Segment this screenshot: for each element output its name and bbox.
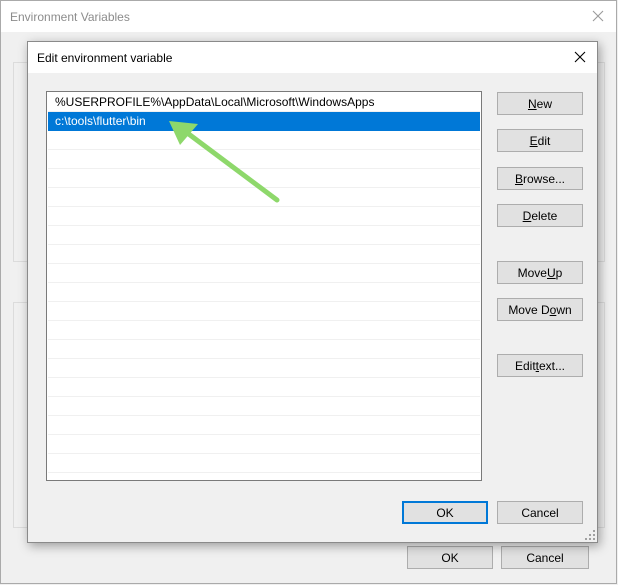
path-list-empty-row[interactable] (48, 283, 480, 302)
move-up-button-label-post: p (555, 265, 563, 280)
parent-titlebar: Environment Variables (1, 1, 616, 32)
dialog-close-button[interactable] (568, 45, 592, 69)
path-list-empty-row[interactable] (48, 454, 480, 473)
delete-button-accesskey: D (522, 208, 532, 223)
path-list-empty-row[interactable] (48, 131, 480, 150)
path-list-empty-row[interactable] (48, 188, 480, 207)
path-list-empty-row[interactable] (48, 302, 480, 321)
parent-ok-button[interactable]: OK (407, 546, 493, 569)
move-up-button-accesskey: U (546, 265, 556, 280)
path-list-empty-row[interactable] (48, 226, 480, 245)
close-icon (574, 51, 586, 63)
move-down-button-label-pre: Move D (508, 302, 550, 317)
edit-button-label-post: dit (537, 133, 551, 148)
new-button[interactable]: New (497, 92, 583, 115)
new-button-accesskey: N (527, 96, 537, 111)
edit-text-button[interactable]: Edit t ext... (497, 354, 583, 377)
dialog-title: Edit environment variable (37, 51, 173, 65)
path-list-empty-row[interactable] (48, 321, 480, 340)
edit-button[interactable]: Edit (497, 129, 583, 152)
new-button-label-post: ew (536, 96, 552, 111)
size-grip-icon[interactable] (585, 530, 595, 540)
move-down-button-label-post: wn (556, 302, 572, 317)
path-list-empty-row[interactable] (48, 150, 480, 169)
edit-text-button-label-post: ext... (539, 358, 566, 373)
browse-button[interactable]: Browse... (497, 167, 583, 190)
path-list-empty-row[interactable] (48, 397, 480, 416)
cancel-button[interactable]: Cancel (497, 501, 583, 524)
move-up-button[interactable]: Move Up (497, 261, 583, 284)
browse-button-label-post: rowse... (523, 171, 566, 186)
path-list-empty-row[interactable] (48, 378, 480, 397)
parent-cancel-button[interactable]: Cancel (501, 546, 589, 569)
path-list-empty-row[interactable] (48, 207, 480, 226)
path-list-empty-row[interactable] (48, 169, 480, 188)
path-list-item-selected[interactable]: c:\tools\flutter\bin (48, 112, 480, 131)
parent-window-title: Environment Variables (10, 10, 130, 24)
browse-button-accesskey: B (514, 171, 523, 186)
path-list-empty-row[interactable] (48, 416, 480, 435)
path-list-item[interactable]: %USERPROFILE%\AppData\Local\Microsoft\Wi… (48, 93, 480, 112)
close-icon (592, 10, 604, 22)
edit-environment-variable-dialog: Edit environment variable %USERPROFILE%\… (27, 41, 598, 543)
path-list[interactable]: %USERPROFILE%\AppData\Local\Microsoft\Wi… (46, 91, 482, 481)
edit-button-accesskey: E (529, 133, 538, 148)
path-list-empty-row[interactable] (48, 245, 480, 264)
ok-button[interactable]: OK (402, 501, 488, 524)
path-list-empty-row[interactable] (48, 264, 480, 283)
edit-text-button-label-pre: Edit (514, 358, 536, 373)
dialog-titlebar: Edit environment variable (28, 42, 597, 73)
delete-button[interactable]: Delete (497, 204, 583, 227)
delete-button-label-post: elete (531, 208, 558, 223)
path-list-empty-row[interactable] (48, 340, 480, 359)
move-up-button-label-pre: Move (517, 265, 547, 280)
parent-close-button[interactable] (586, 5, 610, 27)
path-list-empty-row[interactable] (48, 435, 480, 454)
path-list-empty-row[interactable] (48, 473, 480, 480)
path-list-empty-row[interactable] (48, 359, 480, 378)
move-down-button[interactable]: Move Do wn (497, 298, 583, 321)
